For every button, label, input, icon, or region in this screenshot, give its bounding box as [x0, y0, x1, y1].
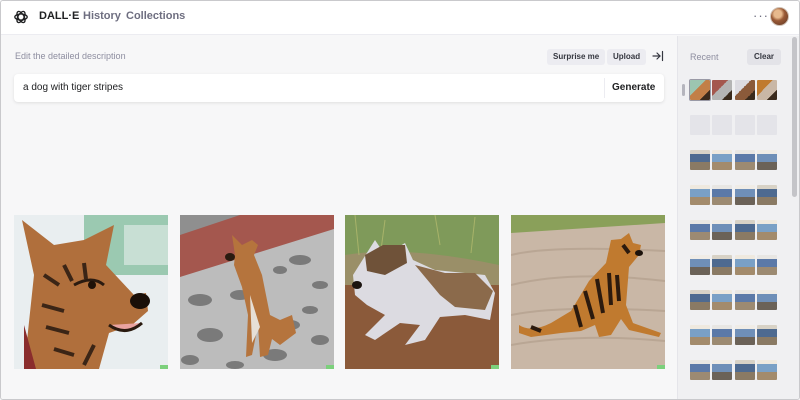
- recent-thumbnail[interactable]: [712, 360, 732, 380]
- upload-button[interactable]: Upload: [607, 49, 647, 65]
- history-scroll-handle[interactable]: [682, 84, 685, 96]
- recent-thumbnail[interactable]: [690, 185, 710, 205]
- recent-thumbnail[interactable]: [757, 150, 777, 170]
- recent-thumbnail[interactable]: [757, 220, 777, 240]
- divider: [604, 78, 605, 98]
- openai-logo-icon[interactable]: [13, 9, 29, 25]
- recent-thumbnail[interactable]: [735, 325, 755, 345]
- recent-thumbnail[interactable]: [712, 220, 732, 240]
- recent-thumbnail[interactable]: [712, 80, 732, 100]
- recent-thumbnail[interactable]: [757, 290, 777, 310]
- recent-thumbnail-placeholder: [757, 115, 777, 135]
- recent-thumbnail[interactable]: [712, 185, 732, 205]
- prompt-input[interactable]: a dog with tiger stripes: [23, 82, 123, 93]
- more-options-icon[interactable]: ···: [753, 8, 769, 23]
- recent-thumbnail[interactable]: [712, 325, 732, 345]
- recent-thumbnail[interactable]: [757, 360, 777, 380]
- recent-thumbnail[interactable]: [690, 255, 710, 275]
- recent-thumbnail[interactable]: [690, 325, 710, 345]
- recent-thumbnail[interactable]: [690, 290, 710, 310]
- result-image-1[interactable]: [14, 215, 168, 369]
- recent-thumbnail[interactable]: [757, 185, 777, 205]
- recent-thumbnail[interactable]: [735, 220, 755, 240]
- prompt-input-bar: a dog with tiger stripes Generate: [14, 74, 664, 102]
- brand-title[interactable]: DALL·E: [39, 10, 79, 22]
- recent-thumbnail[interactable]: [689, 79, 711, 101]
- app-window: DALL·E History Collections ··· Edit the …: [0, 0, 800, 400]
- recent-thumbnail[interactable]: [757, 80, 777, 100]
- nav-history[interactable]: History: [83, 10, 121, 22]
- recent-thumbnail[interactable]: [735, 185, 755, 205]
- recent-thumbnail[interactable]: [757, 255, 777, 275]
- recent-thumbnail[interactable]: [735, 360, 755, 380]
- recent-thumbnail[interactable]: [712, 255, 732, 275]
- avatar[interactable]: [770, 7, 789, 26]
- recent-thumbnail[interactable]: [690, 220, 710, 240]
- nav-collections[interactable]: Collections: [126, 10, 185, 22]
- recent-thumbnail[interactable]: [735, 80, 755, 100]
- recent-thumbnail[interactable]: [757, 325, 777, 345]
- recent-thumbnail-placeholder: [735, 115, 755, 135]
- result-image-3[interactable]: [345, 215, 499, 369]
- recent-thumbnail[interactable]: [735, 150, 755, 170]
- collapse-sidebar-icon[interactable]: [652, 50, 664, 62]
- recent-thumbnail[interactable]: [690, 150, 710, 170]
- recent-thumbnail-placeholder: [712, 115, 732, 135]
- generate-button[interactable]: Generate: [612, 82, 655, 93]
- clear-button[interactable]: Clear: [747, 49, 782, 65]
- surprise-me-button[interactable]: Surprise me: [547, 49, 606, 65]
- recent-thumbnail[interactable]: [735, 290, 755, 310]
- recent-thumbnail-placeholder: [690, 115, 710, 135]
- recent-thumbnail[interactable]: [712, 290, 732, 310]
- recent-thumbnail[interactable]: [735, 255, 755, 275]
- recent-thumbnail[interactable]: [712, 150, 732, 170]
- recent-sidebar: Recent Clear: [677, 36, 799, 399]
- top-bar: DALL·E History Collections ···: [1, 1, 799, 35]
- recent-thumbnail[interactable]: [690, 360, 710, 380]
- page-scrollbar[interactable]: [792, 37, 797, 197]
- recent-label: Recent: [690, 52, 719, 62]
- main-panel: Edit the detailed description Surprise m…: [1, 36, 677, 399]
- result-image-2[interactable]: [180, 215, 334, 369]
- result-image-4[interactable]: [511, 215, 665, 369]
- prompt-label: Edit the detailed description: [15, 51, 126, 61]
